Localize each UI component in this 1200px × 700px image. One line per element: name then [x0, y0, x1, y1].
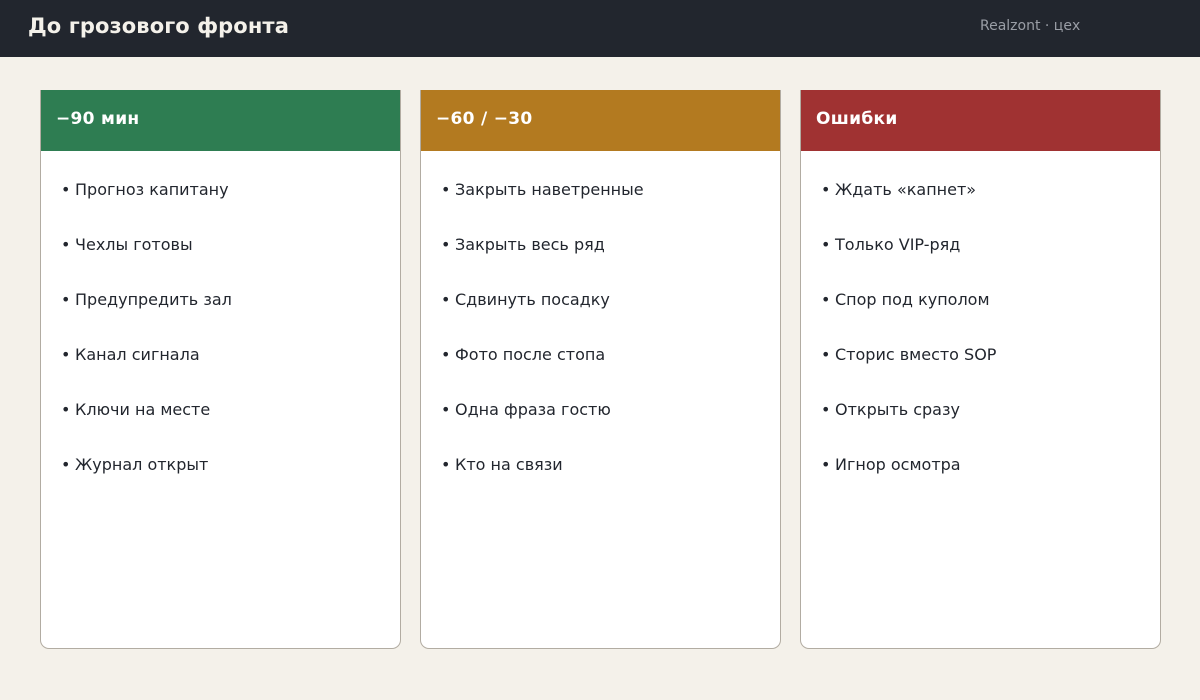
list-item: • Закрыть наветренные [441, 180, 780, 235]
bullet-icon: • [441, 345, 451, 364]
checklist: • Закрыть наветренные • Закрыть весь ряд •… [421, 151, 780, 510]
list-item-label: Журнал открыт [75, 455, 209, 474]
bullet-icon: • [441, 290, 451, 309]
list-item: • Закрыть весь ряд [441, 235, 780, 290]
list-item: • Только VIP-ряд [821, 235, 1160, 290]
list-item-label: Только VIP-ряд [835, 235, 961, 254]
list-item: • Одна фраза гостю [441, 400, 780, 455]
bullet-icon: • [441, 180, 451, 199]
list-item-label: Закрыть весь ряд [455, 235, 605, 254]
column-errors: Ошибки • Ждать «капнет» • Только VIP-ряд •… [800, 90, 1161, 649]
bullet-icon: • [61, 345, 71, 364]
checklist: • Прогноз капитану • Чехлы готовы • Предупр… [41, 151, 400, 510]
page-title: До грозового фронта [28, 14, 289, 38]
list-item: • Канал сигнала [61, 345, 400, 400]
list-item-label: Закрыть наветренные [455, 180, 644, 199]
bullet-icon: • [61, 455, 71, 474]
list-item-label: Предупредить зал [75, 290, 232, 309]
list-item: • Кто на связи [441, 455, 780, 510]
bullet-icon: • [821, 345, 831, 364]
list-item-label: Канал сигнала [75, 345, 200, 364]
list-item: • Журнал открыт [61, 455, 400, 510]
list-item-label: Прогноз капитану [75, 180, 229, 199]
list-item-label: Фото после стопа [455, 345, 606, 364]
bullet-icon: • [821, 400, 831, 419]
list-item-label: Игнор осмотра [835, 455, 961, 474]
bullet-icon: • [61, 180, 71, 199]
checklist: • Ждать «капнет» • Только VIP-ряд • Спор по… [801, 151, 1160, 510]
column-header: −60 / −30 [421, 90, 780, 151]
list-item: • Игнор осмотра [821, 455, 1160, 510]
list-item-label: Одна фраза гостю [455, 400, 611, 419]
list-item: • Прогноз капитану [61, 180, 400, 235]
list-item: • Ключи на месте [61, 400, 400, 455]
list-item: • Фото после стопа [441, 345, 780, 400]
list-item: • Ждать «капнет» [821, 180, 1160, 235]
list-item-label: Спор под куполом [835, 290, 990, 309]
list-item-label: Кто на связи [455, 455, 563, 474]
list-item: • Чехлы готовы [61, 235, 400, 290]
list-item-label: Ждать «капнет» [835, 180, 977, 199]
bullet-icon: • [821, 180, 831, 199]
column-header: −90 мин [41, 90, 400, 151]
column-minus-60-30: −60 / −30 • Закрыть наветренные • Закрыть … [420, 90, 781, 649]
bullet-icon: • [61, 400, 71, 419]
list-item-label: Сдвинуть посадку [455, 290, 610, 309]
list-item: • Сдвинуть посадку [441, 290, 780, 345]
bullet-icon: • [61, 290, 71, 309]
list-item: • Спор под куполом [821, 290, 1160, 345]
list-item-label: Открыть сразу [835, 400, 960, 419]
bullet-icon: • [441, 400, 451, 419]
bullet-icon: • [821, 235, 831, 254]
list-item-label: Ключи на месте [75, 400, 211, 419]
column-header: Ошибки [801, 90, 1160, 151]
bullet-icon: • [441, 455, 451, 474]
bullet-icon: • [821, 455, 831, 474]
column-minus-90: −90 мин • Прогноз капитану • Чехлы готовы … [40, 90, 401, 649]
list-item-label: Чехлы готовы [75, 235, 193, 254]
header-subtitle: Realzont · цех [980, 18, 1081, 34]
bullet-icon: • [441, 235, 451, 254]
bullet-icon: • [821, 290, 831, 309]
list-item: • Открыть сразу [821, 400, 1160, 455]
bullet-icon: • [61, 235, 71, 254]
list-item: • Предупредить зал [61, 290, 400, 345]
top-bar: До грозового фронта Realzont · цех [0, 0, 1200, 57]
list-item-label: Сторис вместо SOP [835, 345, 997, 364]
list-item: • Сторис вместо SOP [821, 345, 1160, 400]
